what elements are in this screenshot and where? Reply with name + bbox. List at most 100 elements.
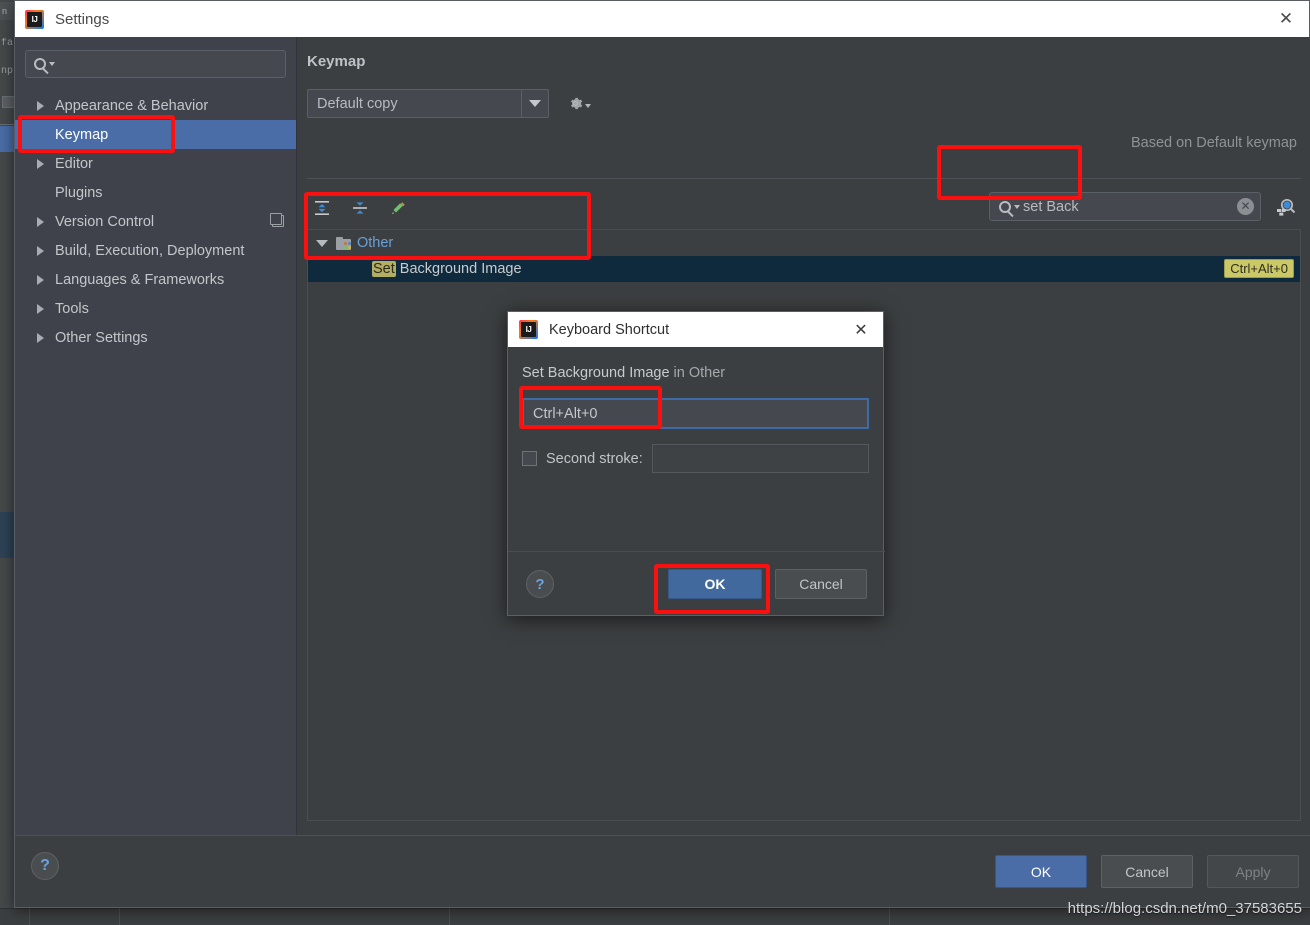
settings-sidebar: Appearance & Behavior Keymap Editor Plug… xyxy=(15,37,297,853)
keymap-selector-row: Default copy xyxy=(307,89,591,118)
edit-pencil-icon xyxy=(392,202,405,214)
sidebar-item-appearance-behavior[interactable]: Appearance & Behavior xyxy=(15,91,296,120)
keymap-select[interactable]: Default copy xyxy=(307,89,549,118)
chevron-right-icon xyxy=(37,245,44,256)
settings-category-tree: Appearance & Behavior Keymap Editor Plug… xyxy=(15,91,296,352)
clear-icon[interactable]: ✕ xyxy=(1237,198,1254,215)
action-row-label: Set Background Image xyxy=(308,261,522,277)
sidebar-item-keymap[interactable]: Keymap xyxy=(15,120,296,149)
sidebar-item-label: Build, Execution, Deployment xyxy=(55,242,245,259)
first-stroke-input[interactable]: Ctrl+Alt+0 xyxy=(522,398,869,429)
apply-button: Apply xyxy=(1207,855,1299,888)
chevron-right-icon xyxy=(37,274,44,285)
chevron-right-icon xyxy=(37,216,44,227)
expand-all-button[interactable] xyxy=(311,197,333,219)
action-group-row-other[interactable]: Other xyxy=(308,230,1300,256)
background-secondary-selection xyxy=(0,512,14,558)
shortcut-badge: Ctrl+Alt+0 xyxy=(1224,259,1294,278)
find-by-shortcut-button[interactable] xyxy=(1275,196,1297,218)
divider xyxy=(307,178,1301,179)
collapse-all-icon xyxy=(353,202,367,214)
settings-window-title: Settings xyxy=(55,10,110,28)
chevron-down-icon[interactable] xyxy=(521,90,548,117)
chevron-down-icon xyxy=(585,104,591,108)
cancel-button[interactable]: Cancel xyxy=(1101,855,1193,888)
background-divider xyxy=(0,124,14,125)
action-row[interactable]: Set Background Image Ctrl+Alt+0 xyxy=(308,256,1300,282)
ok-button[interactable]: OK xyxy=(995,855,1087,888)
ok-button[interactable]: OK xyxy=(668,569,762,599)
copy-icon xyxy=(270,213,284,227)
chevron-right-icon xyxy=(37,303,44,314)
collapse-all-button[interactable] xyxy=(349,197,371,219)
keyboard-shortcut-dialog: IJ Keyboard Shortcut ✕ Set Background Im… xyxy=(507,311,885,616)
sidebar-item-editor[interactable]: Editor xyxy=(15,149,296,178)
status-cell xyxy=(450,908,890,925)
search-icon xyxy=(34,58,46,70)
gear-icon xyxy=(568,96,583,111)
settings-footer: ? OK Cancel Apply xyxy=(15,835,1310,907)
close-icon[interactable]: ✕ xyxy=(839,312,883,347)
folder-icon xyxy=(336,236,351,250)
sidebar-item-plugins[interactable]: Plugins xyxy=(15,178,296,207)
action-row-rest: Background Image xyxy=(395,261,522,277)
sidebar-item-other-settings[interactable]: Other Settings xyxy=(15,323,296,352)
chevron-down-icon xyxy=(49,62,55,66)
chevron-right-icon xyxy=(37,158,44,169)
sidebar-item-tools[interactable]: Tools xyxy=(15,294,296,323)
sidebar-item-label: Keymap xyxy=(55,126,109,143)
keymap-settings-button[interactable] xyxy=(568,96,591,111)
dialog-body: Set Background Image in Other Ctrl+Alt+0… xyxy=(508,347,883,473)
close-icon[interactable]: ✕ xyxy=(1263,1,1309,37)
settings-titlebar: IJ Settings ✕ xyxy=(15,1,1309,37)
action-row-highlight: Set xyxy=(372,261,396,277)
keymap-toolbar xyxy=(311,197,409,219)
help-icon[interactable]: ? xyxy=(526,570,554,598)
dialog-caption-suffix: in Other xyxy=(669,365,726,381)
sidebar-item-languages-frameworks[interactable]: Languages & Frameworks xyxy=(15,265,296,294)
search-icon xyxy=(999,200,1011,213)
sidebar-item-label: Plugins xyxy=(55,184,103,201)
sidebar-item-version-control[interactable]: Version Control xyxy=(15,207,296,236)
dialog-caption: Set Background Image in Other xyxy=(522,365,869,381)
action-group-label: Other xyxy=(357,235,394,251)
chevron-down-icon[interactable] xyxy=(316,239,328,247)
based-on-label: Based on Default keymap xyxy=(1130,135,1297,151)
sidebar-item-label: Appearance & Behavior xyxy=(55,97,209,114)
second-stroke-label: Second stroke: xyxy=(546,450,643,467)
sidebar-item-label: Editor xyxy=(55,155,93,172)
action-search-row: set Back ✕ xyxy=(989,192,1297,221)
sidebar-item-build-execution-deployment[interactable]: Build, Execution, Deployment xyxy=(15,236,296,265)
chevron-right-icon xyxy=(37,100,44,111)
chevron-right-icon xyxy=(37,332,44,343)
help-icon[interactable]: ? xyxy=(31,852,59,880)
chevron-placeholder-icon xyxy=(37,188,44,198)
second-stroke-checkbox[interactable] xyxy=(522,451,537,466)
first-stroke-value: Ctrl+Alt+0 xyxy=(533,405,598,422)
chevron-down-icon xyxy=(1014,204,1020,209)
expand-all-icon xyxy=(315,201,329,215)
dialog-caption-action: Set Background Image xyxy=(522,365,670,381)
cancel-button[interactable]: Cancel xyxy=(775,569,867,599)
edit-shortcut-button[interactable] xyxy=(387,197,409,219)
search-input[interactable]: set Back ✕ xyxy=(989,192,1261,221)
keymap-select-value: Default copy xyxy=(317,95,398,112)
chevron-placeholder-icon xyxy=(37,130,44,140)
status-cell xyxy=(0,908,30,925)
sidebar-search-input[interactable] xyxy=(25,50,286,78)
status-cell xyxy=(120,908,450,925)
second-stroke-row: Second stroke: xyxy=(522,444,869,473)
intellij-idea-logo-icon: IJ xyxy=(519,320,538,339)
second-stroke-input[interactable] xyxy=(651,444,869,473)
dialog-titlebar: IJ Keyboard Shortcut ✕ xyxy=(508,312,883,347)
page-title: Keymap xyxy=(307,53,366,70)
dialog-footer: ? OK Cancel xyxy=(508,551,885,615)
sidebar-item-label: Languages & Frameworks xyxy=(55,271,225,288)
sidebar-item-label: Tools xyxy=(55,300,89,317)
watermark: https://blog.csdn.net/m0_37583655 xyxy=(1067,900,1302,917)
status-cell xyxy=(30,908,120,925)
intellij-idea-logo-icon: IJ xyxy=(25,9,44,29)
sidebar-item-label: Version Control xyxy=(55,213,155,230)
search-input-value: set Back xyxy=(1023,198,1079,215)
sidebar-item-label: Other Settings xyxy=(55,329,148,346)
